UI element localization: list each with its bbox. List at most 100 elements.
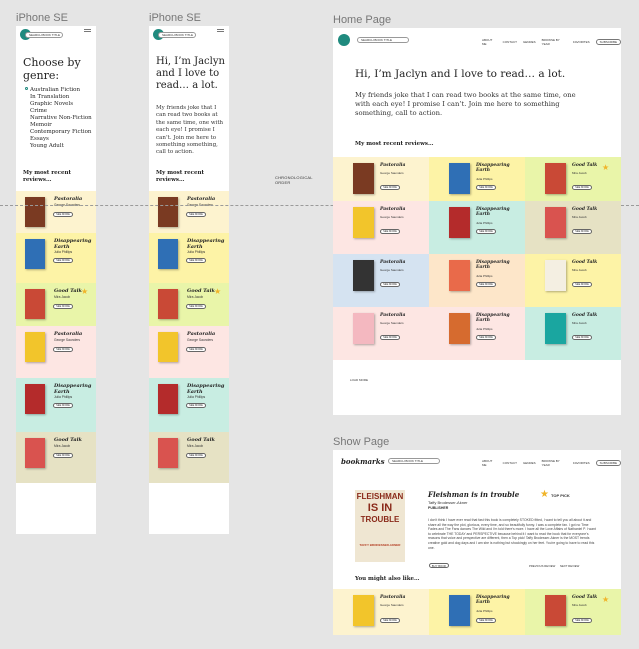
next-review-link[interactable]: NEXT REVIEW	[560, 564, 579, 568]
book-card[interactable]: Pastoralia George Saunders SEE MORE	[333, 254, 429, 307]
see-more-button[interactable]: SEE MORE	[380, 618, 400, 623]
see-more-button[interactable]: SEE MORE	[53, 453, 73, 458]
book-card[interactable]: Pastoralia George Saunders SEE MORE	[149, 191, 229, 233]
search-input[interactable]: SEARCH BOOK TITLE	[357, 37, 409, 43]
buy-book-button[interactable]: BUY BOOK	[429, 563, 449, 568]
book-card[interactable]: Good Talk Mira Jacob SEE MORE	[525, 201, 621, 254]
main-nav: ABOUT ME CONTACT GENRES BROWSE BY YEAR FAVOR…	[482, 38, 621, 46]
book-card[interactable]: Disappearing Earth Julia Phillips SEE MORE	[16, 378, 96, 432]
book-author: George Saunders	[380, 171, 404, 175]
book-cover	[545, 313, 566, 344]
see-more-button[interactable]: SEE MORE	[53, 258, 73, 263]
book-card[interactable]: Good Talk Mira Jacob SEE MORE	[525, 254, 621, 307]
see-more-button[interactable]: SEE MORE	[380, 229, 400, 234]
see-more-button[interactable]: SEE MORE	[380, 185, 400, 190]
see-more-button[interactable]: SEE MORE	[186, 403, 206, 408]
book-cover	[158, 289, 178, 319]
genre-item[interactable]: Memoir	[25, 122, 95, 129]
book-card[interactable]: Pastoralia George Saunders SEE MORE	[333, 589, 429, 635]
book-card[interactable]: Disappearing Earth Julia Phillips SEE MORE	[429, 157, 525, 201]
book-card[interactable]: Disappearing Earth Julia Phillips SEE MORE	[429, 201, 525, 254]
genre-item[interactable]: Young Adult	[25, 143, 95, 150]
nav-item[interactable]: FAVORITES	[573, 40, 590, 44]
nav-item[interactable]: BROWSE BY YEAR	[542, 459, 567, 467]
book-card[interactable]: Pastoralia George Saunders SEE MORE	[149, 326, 229, 378]
see-more-button[interactable]: SEE MORE	[572, 335, 592, 340]
load-more-link[interactable]: LOAD MORE	[350, 378, 368, 382]
see-more-button[interactable]: SEE MORE	[476, 618, 496, 623]
book-card[interactable]: Disappearing Earth Julia Phillips SEE MORE	[429, 589, 525, 635]
book-card[interactable]: Good Talk Mira Jacob SEE MORE ★	[16, 283, 96, 326]
book-card[interactable]: Pastoralia George Saunders SEE MORE	[333, 201, 429, 254]
book-card[interactable]: Pastoralia George Saunders SEE MORE	[333, 307, 429, 360]
book-card[interactable]: Disappearing Earth Julia Phillips SEE MORE	[149, 233, 229, 283]
nav-item[interactable]: ABOUT ME	[482, 459, 497, 467]
radio-icon[interactable]	[25, 87, 28, 90]
see-more-button[interactable]: SEE MORE	[53, 403, 73, 408]
see-more-button[interactable]: SEE MORE	[186, 304, 206, 309]
see-more-button[interactable]: SEE MORE	[476, 229, 496, 234]
book-card[interactable]: Disappearing Earth Julia Phillips SEE MORE	[149, 378, 229, 432]
genre-item[interactable]: Australian Fiction	[25, 87, 95, 94]
nav-item[interactable]: CONTACT	[503, 40, 517, 44]
genre-item[interactable]: Contemporary Fiction	[25, 129, 95, 136]
see-more-button[interactable]: SEE MORE	[53, 347, 73, 352]
brand-logo[interactable]: bookmarks	[341, 457, 385, 466]
see-more-button[interactable]: SEE MORE	[380, 335, 400, 340]
see-more-button[interactable]: SEE MORE	[53, 212, 73, 217]
nav-item[interactable]: CONTACT	[503, 461, 517, 465]
genre-item[interactable]: Essays	[25, 136, 95, 143]
star-icon: ★	[214, 287, 222, 296]
menu-icon[interactable]	[217, 29, 224, 32]
see-more-button[interactable]: SEE MORE	[476, 282, 496, 287]
subscribe-button[interactable]: SUBSCRIBE	[595, 39, 621, 45]
book-card[interactable]: Good Talk Mira Jacob SEE MORE	[16, 432, 96, 483]
book-title: Good Talk	[572, 260, 598, 265]
book-card[interactable]: Disappearing Earth Julia Phillips SEE MORE	[429, 307, 525, 360]
see-more-button[interactable]: SEE MORE	[186, 453, 206, 458]
book-card[interactable]: Good Talk Mira Jacob SEE MORE ★	[525, 157, 621, 201]
see-more-button[interactable]: SEE MORE	[572, 282, 592, 287]
genre-item[interactable]: Graphic Novels	[25, 101, 95, 108]
see-more-button[interactable]: SEE MORE	[572, 185, 592, 190]
nav-item[interactable]: BROWSE BY YEAR	[542, 38, 567, 46]
genre-item[interactable]: In Translation	[25, 94, 95, 101]
book-title: Disappearing Earth	[476, 163, 510, 173]
subscribe-button[interactable]: SUBSCRIBE	[595, 460, 621, 466]
book-author: Julia Phillips	[187, 250, 206, 254]
book-title: Disappearing Earth	[187, 383, 225, 395]
see-more-button[interactable]: SEE MORE	[572, 229, 592, 234]
logo-dot-icon[interactable]	[338, 34, 350, 46]
genre-item[interactable]: Crime	[25, 108, 95, 115]
search-input[interactable]: SEARCH BOOK TITLE	[25, 32, 63, 38]
genre-item[interactable]: Narrative Non-Fiction	[25, 115, 95, 122]
book-card[interactable]: Disappearing Earth Julia Phillips SEE MORE	[429, 254, 525, 307]
menu-icon[interactable]	[84, 29, 91, 32]
search-input[interactable]: SEARCH BOOK TITLE	[158, 32, 196, 38]
see-more-button[interactable]: SEE MORE	[476, 335, 496, 340]
book-card[interactable]: Good Talk Mira Jacob SEE MORE	[525, 307, 621, 360]
previous-review-link[interactable]: PREVIOUS REVIEW	[529, 564, 555, 568]
book-author: Julia Phillips	[476, 221, 493, 225]
search-input[interactable]: SEARCH BOOK TITLE	[388, 458, 440, 464]
book-card[interactable]: Pastoralia George Saunders SEE MORE	[16, 191, 96, 233]
nav-item[interactable]: ABOUT ME	[482, 38, 497, 46]
see-more-button[interactable]: SEE MORE	[186, 258, 206, 263]
nav-item[interactable]: GENRES	[523, 461, 536, 465]
book-card[interactable]: Disappearing Earth Julia Phillips SEE MORE	[16, 233, 96, 283]
see-more-button[interactable]: SEE MORE	[186, 212, 206, 217]
book-card[interactable]: Good Talk Mira Jacob SEE MORE	[149, 432, 229, 483]
see-more-button[interactable]: SEE MORE	[186, 347, 206, 352]
book-card[interactable]: Good Talk Mira Jacob SEE MORE ★	[149, 283, 229, 326]
see-more-button[interactable]: SEE MORE	[572, 618, 592, 623]
nav-item[interactable]: FAVORITES	[573, 461, 590, 465]
cover-text: TAFFY BRODESSER-AKNER	[359, 543, 401, 547]
see-more-button[interactable]: SEE MORE	[53, 304, 73, 309]
book-card[interactable]: Pastoralia George Saunders SEE MORE	[333, 157, 429, 201]
book-card[interactable]: Pastoralia George Saunders SEE MORE	[16, 326, 96, 378]
see-more-button[interactable]: SEE MORE	[476, 185, 496, 190]
nav-item[interactable]: GENRES	[523, 40, 536, 44]
book-card[interactable]: Good Talk Mira Jacob SEE MORE ★	[525, 589, 621, 635]
see-more-button[interactable]: SEE MORE	[380, 282, 400, 287]
book-title: Pastoralia	[380, 163, 406, 168]
